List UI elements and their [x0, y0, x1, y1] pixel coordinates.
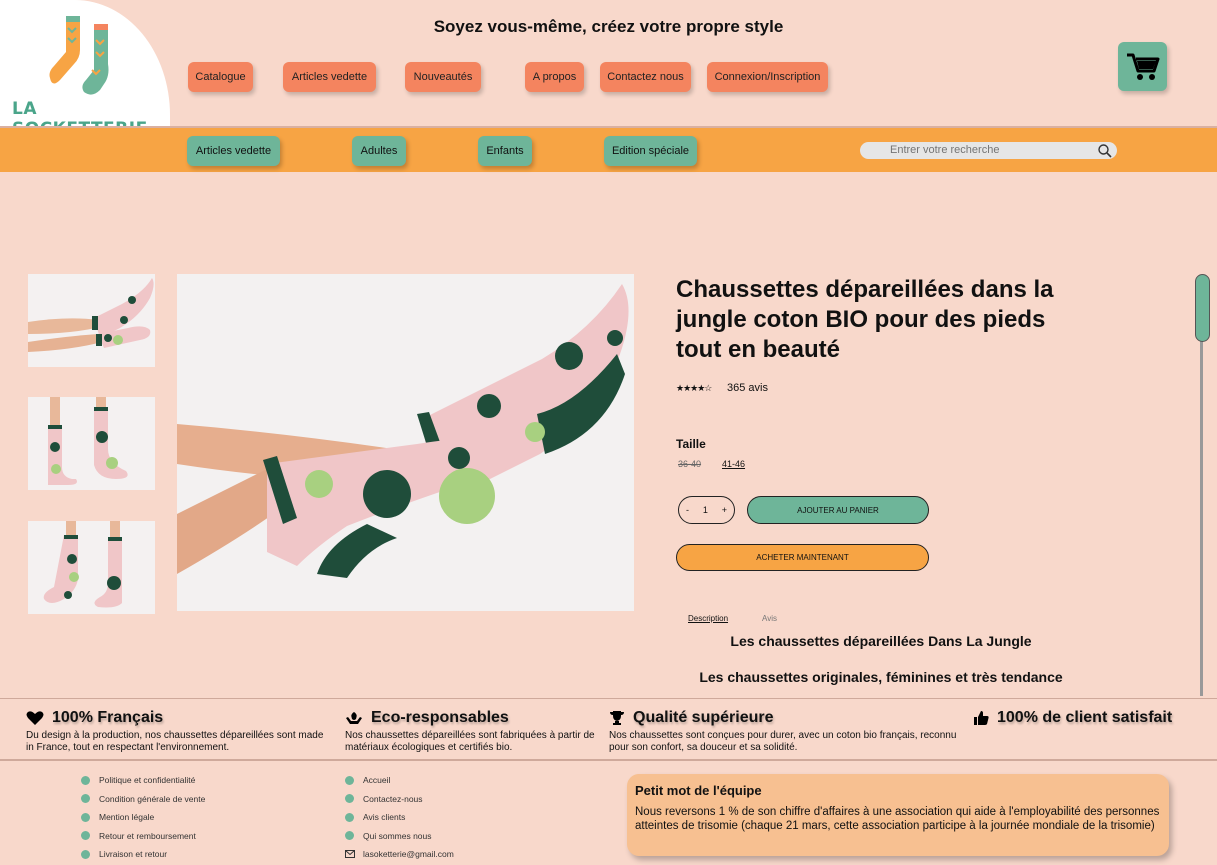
bullet-icon: [81, 794, 90, 804]
add-to-cart-button[interactable]: AJOUTER AU PANIER: [747, 496, 929, 524]
feature-description: Du design à la production, nos chaussett…: [26, 730, 324, 753]
tab-description[interactable]: Description: [688, 614, 728, 623]
team-message-title: Petit mot de l'équipe: [635, 783, 762, 798]
footer-link[interactable]: Accueil: [345, 771, 454, 790]
product-title: Chaussettes dépareillées dans la jungle …: [676, 276, 1054, 363]
features-band: 100% Français Du design à la production,…: [0, 698, 1217, 761]
bullet-icon: [345, 812, 354, 822]
nav-articles-vedette[interactable]: Articles vedette: [283, 62, 376, 92]
feature-title: 100% Français: [52, 709, 164, 726]
bullet-icon: [345, 775, 354, 785]
category-articles-vedette[interactable]: Articles vedette: [187, 136, 280, 166]
mail-icon: [345, 850, 355, 859]
feature-title: Eco-responsables: [371, 709, 509, 726]
footer-email[interactable]: lasoketterie@gmail.com: [345, 845, 454, 864]
search-icon[interactable]: [1097, 143, 1113, 159]
description-text: Les chaussettes originales, féminines et…: [699, 669, 1063, 685]
team-message-box: Petit mot de l'équipe Nous reversons 1 %…: [627, 774, 1169, 856]
product-thumbnail-3[interactable]: [28, 521, 155, 614]
footer-link[interactable]: Mention légale: [81, 808, 205, 827]
footer-link[interactable]: Avis clients: [345, 808, 454, 827]
nav-a-propos[interactable]: A propos: [525, 62, 584, 92]
footer-link[interactable]: Retour et remboursement: [81, 827, 205, 846]
bullet-icon: [81, 812, 90, 822]
nav-contactez-nous[interactable]: Contactez nous: [600, 62, 691, 92]
size-option-41-46[interactable]: 41-46: [722, 459, 745, 469]
tab-avis[interactable]: Avis: [762, 614, 777, 623]
bullet-icon: [81, 831, 90, 841]
quantity-decrease-button[interactable]: -: [686, 505, 689, 515]
category-bar: Articles vedette Adultes Enfants Edition…: [0, 128, 1217, 172]
feature-description: Nos chaussettes sont conçues pour durer,…: [609, 730, 957, 753]
feature-description: Nos chaussettes dépareillées sont fabriq…: [345, 730, 595, 753]
footer-link[interactable]: Contactez-nous: [345, 790, 454, 809]
feature-eco: Eco-responsables Nos chaussettes déparei…: [345, 709, 595, 754]
review-count[interactable]: 365 avis: [727, 382, 768, 394]
category-adultes[interactable]: Adultes: [352, 136, 406, 166]
bullet-icon: [81, 775, 90, 785]
trophy-icon: [610, 711, 624, 725]
nav-connexion[interactable]: Connexion/Inscription: [707, 62, 828, 92]
bullet-icon: [81, 849, 90, 859]
product-thumbnail-image: [48, 397, 128, 485]
bullet-icon: [345, 794, 354, 804]
feature-title: 100% de client satisfait: [997, 709, 1173, 726]
category-edition-speciale[interactable]: Edition spéciale: [604, 136, 697, 166]
rating-stars: ★★★★☆: [676, 383, 712, 393]
footer-link[interactable]: Politique et confidentialité: [81, 771, 205, 790]
product-thumbnail-image: [28, 278, 154, 352]
heart-icon: [26, 711, 44, 725]
size-option-36-40[interactable]: 36-40: [678, 459, 701, 469]
feature-qualite: Qualité supérieure Nos chaussettes sont …: [609, 709, 959, 754]
feature-title: Qualité supérieure: [633, 709, 774, 726]
thumbs-up-icon: [974, 711, 989, 725]
category-enfants[interactable]: Enfants: [478, 136, 532, 166]
tagline: Soyez vous-même, créez votre propre styl…: [433, 17, 784, 36]
footer-link[interactable]: Qui sommes nous: [345, 827, 454, 846]
nav-nouveautes[interactable]: Nouveautés: [405, 62, 481, 92]
footer-link[interactable]: Condition générale de vente: [81, 790, 205, 809]
scrollbar-thumb[interactable]: [1195, 274, 1210, 342]
leaf-hands-icon: [346, 712, 362, 724]
search-input[interactable]: [860, 142, 1117, 159]
description-heading: Les chaussettes dépareillées Dans La Jun…: [730, 633, 1032, 649]
product-photo: [177, 284, 629, 578]
buy-now-button[interactable]: ACHETER MAINTENANT: [676, 544, 929, 571]
footer-link[interactable]: Livraison et retour: [81, 845, 205, 864]
quantity-increase-button[interactable]: +: [722, 505, 727, 515]
cart-icon: [1126, 53, 1159, 80]
feature-francais: 100% Français Du design à la production,…: [26, 709, 326, 754]
quantity-stepper: - 1 +: [678, 496, 735, 524]
product-thumbnail-1[interactable]: [28, 274, 155, 367]
size-label: Taille: [676, 437, 706, 451]
product-thumbnail-2[interactable]: [28, 397, 155, 490]
nav-catalogue[interactable]: Catalogue: [188, 62, 253, 92]
product-thumbnail-image: [43, 521, 122, 608]
quantity-value[interactable]: 1: [703, 505, 708, 515]
footer-nav-links: Accueil Contactez-nous Avis clients Qui …: [345, 771, 454, 864]
feature-satisfaction: 100% de client satisfait: [973, 709, 1203, 727]
cart-button[interactable]: [1118, 42, 1167, 91]
product-main-image: [177, 274, 634, 611]
bullet-icon: [345, 831, 354, 841]
team-message-text: Nous reversons 1 % de son chiffre d'affa…: [635, 806, 1160, 832]
footer-legal-links: Politique et confidentialité Condition g…: [81, 771, 205, 864]
